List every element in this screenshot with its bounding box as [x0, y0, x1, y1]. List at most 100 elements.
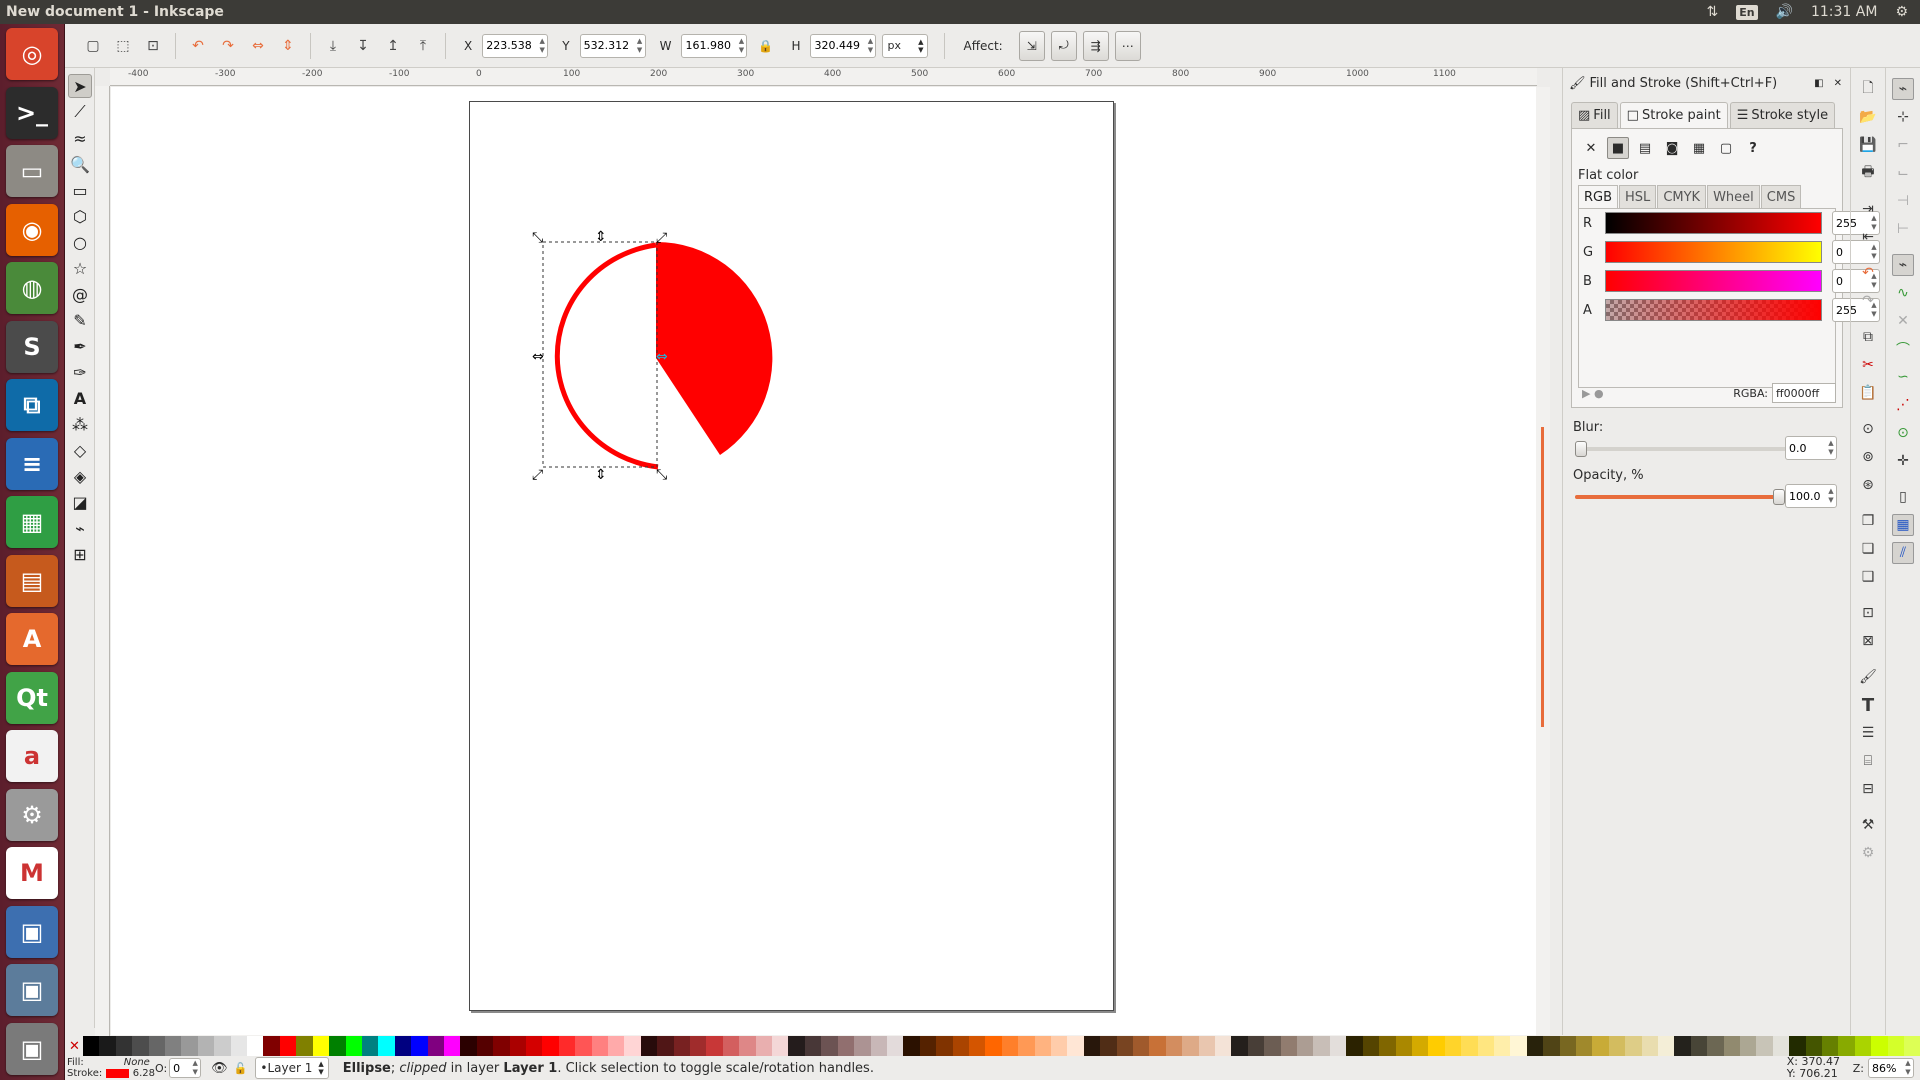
no-color-swatch-icon[interactable]: ✕: [69, 1036, 83, 1056]
color-swatch[interactable]: [394, 1036, 412, 1056]
gmail-icon[interactable]: M: [6, 847, 58, 899]
color-swatch[interactable]: [1083, 1036, 1101, 1056]
text-tool-icon[interactable]: A: [68, 386, 92, 410]
system-settings-icon[interactable]: ⚙: [6, 788, 58, 841]
qt-creator-icon[interactable]: Qt: [6, 671, 58, 724]
color-swatch[interactable]: [1723, 1036, 1741, 1056]
color-swatch[interactable]: [1346, 1036, 1363, 1056]
color-swatch[interactable]: [361, 1036, 379, 1056]
group-icon[interactable]: ⊡: [1857, 602, 1879, 624]
color-swatch[interactable]: [1067, 1036, 1084, 1056]
color-swatch[interactable]: [722, 1036, 740, 1056]
scale-handle-se[interactable]: ⤡: [656, 467, 667, 483]
open-icon[interactable]: 📂: [1857, 106, 1879, 128]
snap-rotation-center-icon[interactable]: ✛: [1892, 450, 1914, 472]
document-properties-icon[interactable]: ⚙: [1857, 842, 1879, 864]
software-center-icon[interactable]: A: [6, 613, 58, 665]
color-swatch[interactable]: [525, 1036, 543, 1056]
color-swatch[interactable]: [181, 1036, 198, 1056]
tab-rgb[interactable]: RGB: [1578, 185, 1619, 209]
calc-icon[interactable]: ▦: [6, 496, 58, 548]
color-swatch[interactable]: [1198, 1036, 1216, 1056]
spin-arrows-icon[interactable]: ▲ ▼: [1826, 439, 1836, 457]
color-swatch[interactable]: [1559, 1036, 1576, 1056]
color-swatch[interactable]: [690, 1036, 707, 1056]
scroll-thumb[interactable]: [1541, 427, 1544, 727]
keyboard-layout-indicator[interactable]: En: [1736, 4, 1758, 20]
calligraphy-tool-icon[interactable]: ✑: [68, 360, 92, 384]
status-opacity-spinbox[interactable]: ▲▼: [169, 1058, 202, 1078]
h-input[interactable]: [811, 39, 866, 52]
spin-arrows-icon[interactable]: ▲ ▼: [537, 37, 547, 55]
color-swatch[interactable]: [673, 1036, 691, 1056]
color-swatch[interactable]: [854, 1036, 871, 1056]
flip-horizontal-icon[interactable]: ⇔: [246, 34, 270, 58]
rectangle-tool-icon[interactable]: ▭: [68, 178, 92, 202]
amazon-icon[interactable]: a: [6, 730, 58, 782]
color-swatch[interactable]: [886, 1036, 904, 1056]
color-swatch[interactable]: [936, 1036, 953, 1056]
system-gear-icon[interactable]: ⚙: [1895, 4, 1908, 20]
copy-icon[interactable]: ⧉: [1857, 326, 1879, 348]
color-swatch[interactable]: [1329, 1036, 1347, 1056]
scale-corners-toggle[interactable]: ⤾: [1050, 30, 1077, 61]
color-swatch[interactable]: [132, 1036, 149, 1056]
color-swatch[interactable]: [1001, 1036, 1019, 1056]
color-swatch[interactable]: [1313, 1036, 1330, 1056]
unit-select[interactable]: px ▲ ▼: [882, 33, 929, 58]
w-spinbox[interactable]: ▲▼: [681, 33, 748, 58]
chrome-icon[interactable]: ◍: [6, 262, 58, 314]
color-swatch[interactable]: [263, 1036, 280, 1056]
zoom-input[interactable]: [1869, 1061, 1903, 1075]
snap-grid-icon[interactable]: ▦: [1892, 514, 1914, 536]
color-swatch[interactable]: [197, 1036, 215, 1056]
snap-page-border-icon[interactable]: ▯: [1892, 486, 1914, 508]
color-swatch[interactable]: [575, 1036, 592, 1056]
spiral-tool-icon[interactable]: @: [68, 282, 92, 306]
color-swatch[interactable]: [493, 1036, 510, 1056]
color-swatch[interactable]: [411, 1036, 428, 1056]
snap-nodes-icon[interactable]: ⌁: [1892, 254, 1914, 276]
blur-input[interactable]: [1786, 441, 1826, 455]
snap-guides-icon[interactable]: ⫽: [1892, 542, 1914, 564]
move-patterns-toggle[interactable]: ⋯: [1114, 30, 1141, 61]
undo-icon[interactable]: ↶: [1857, 262, 1879, 284]
color-swatch[interactable]: [985, 1036, 1002, 1056]
layer-visibility-icon[interactable]: 👁: [211, 1061, 228, 1076]
color-swatch[interactable]: [148, 1036, 166, 1056]
spin-arrows-icon[interactable]: ▲ ▼: [865, 37, 875, 55]
color-swatch[interactable]: [804, 1036, 822, 1056]
color-swatch[interactable]: [1707, 1036, 1724, 1056]
zoom-selection-icon[interactable]: ⊙: [1857, 418, 1879, 440]
color-swatch[interactable]: [247, 1036, 264, 1056]
selector-tool-icon[interactable]: ➤: [68, 74, 92, 98]
redo-icon[interactable]: ↷: [1857, 290, 1879, 312]
scale-handle-sw[interactable]: ⤢: [532, 467, 543, 483]
color-swatch[interactable]: [1887, 1036, 1905, 1056]
color-swatch[interactable]: [427, 1036, 444, 1056]
sublime-text-icon[interactable]: S: [6, 320, 58, 373]
x-input[interactable]: [483, 39, 538, 52]
color-swatch[interactable]: [1526, 1036, 1544, 1056]
pattern-icon[interactable]: ▦: [1688, 137, 1710, 159]
color-swatch[interactable]: [460, 1036, 477, 1056]
fill-stroke-indicator[interactable]: Fill: None Stroke: 6.28: [65, 1057, 155, 1079]
gradient-tool-icon[interactable]: ◪: [68, 490, 92, 514]
import-icon[interactable]: ⇥: [1857, 198, 1879, 220]
scale-handle-s[interactable]: ⇕: [595, 467, 607, 483]
blur-slider-knob[interactable]: [1575, 441, 1587, 457]
radial-gradient-icon[interactable]: ◙: [1661, 137, 1683, 159]
color-swatch[interactable]: [1543, 1036, 1560, 1056]
color-swatch[interactable]: [706, 1036, 723, 1056]
ubuntu-dash-icon[interactable]: ◎: [6, 28, 58, 80]
color-swatch[interactable]: [1231, 1036, 1248, 1056]
app-icon-2[interactable]: ▣: [6, 964, 58, 1016]
select-all-icon[interactable]: ▢: [81, 34, 105, 58]
w-input[interactable]: [682, 39, 737, 52]
color-swatch[interactable]: [1854, 1036, 1872, 1056]
snap-bbox-center-icon[interactable]: ⊢: [1892, 218, 1914, 240]
scale-handle-nw[interactable]: ⤡: [532, 230, 543, 246]
pen-tool-icon[interactable]: ✒: [68, 334, 92, 358]
color-swatch[interactable]: [1116, 1036, 1133, 1056]
color-swatch[interactable]: [870, 1036, 887, 1056]
